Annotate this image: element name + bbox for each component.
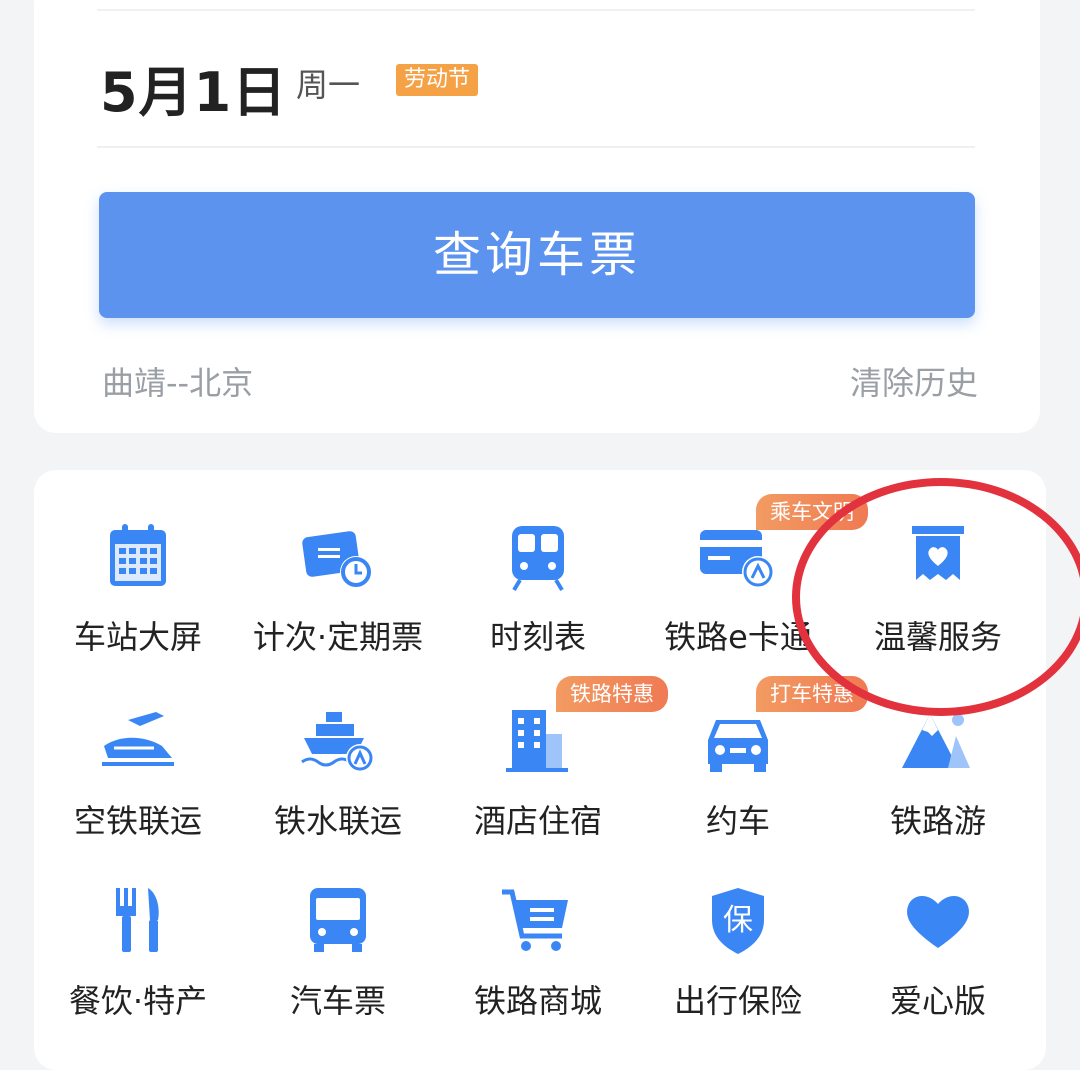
service-label: 餐饮·特产 — [68, 982, 208, 1020]
promo-badge: 打车特惠 — [756, 676, 868, 712]
service-label: 铁路游 — [889, 802, 986, 840]
car-icon — [708, 720, 768, 772]
service-hotel[interactable]: 酒店住宿 — [438, 706, 638, 876]
service-label: 约车 — [705, 802, 770, 840]
history-route[interactable]: 曲靖--北京 — [102, 358, 253, 404]
service-air-rail[interactable]: 空铁联运 — [38, 706, 238, 876]
service-warm-service[interactable]: 温馨服务 — [838, 522, 1038, 692]
bus-icon — [310, 888, 366, 952]
heart-icon — [907, 895, 969, 948]
service-label: 计次·定期票 — [252, 618, 424, 656]
service-ride-hailing[interactable]: 约车 — [638, 706, 838, 876]
divider — [97, 9, 975, 11]
service-label: 温馨服务 — [873, 618, 1002, 656]
service-label: 铁路商城 — [473, 982, 602, 1020]
service-label: 车站大屏 — [73, 618, 202, 656]
holiday-badge: 劳动节 — [396, 64, 479, 96]
hotel-icon — [506, 710, 568, 772]
service-label: 汽车票 — [289, 982, 386, 1020]
service-travel-insurance[interactable]: 保 出行保险 — [638, 886, 838, 1056]
shield-icon: 保 — [712, 888, 764, 954]
plane-train-icon — [102, 712, 174, 766]
weekday-label: 周一 — [296, 66, 361, 104]
ticket-clock-icon — [302, 531, 372, 588]
service-label: 空铁联运 — [73, 802, 202, 840]
ship-station-icon — [301, 712, 374, 772]
heart-box-icon — [912, 526, 964, 580]
clear-history-button[interactable]: 清除历史 — [850, 358, 978, 404]
service-label: 酒店住宿 — [473, 802, 602, 840]
service-timetable[interactable]: 时刻表 — [438, 522, 638, 692]
service-rail-mall[interactable]: 铁路商城 — [438, 886, 638, 1056]
promo-badge: 乘车文明 — [756, 494, 868, 530]
service-label: 铁水联运 — [273, 802, 402, 840]
service-label: 爱心版 — [889, 982, 986, 1020]
service-care-version[interactable]: 爱心版 — [838, 886, 1038, 1056]
service-label: 铁路e卡通 — [664, 618, 812, 656]
travel-date[interactable]: 5月1日 — [100, 48, 287, 127]
mountain-icon — [902, 714, 970, 768]
cart-icon — [502, 889, 568, 951]
divider — [97, 146, 975, 148]
calendar-icon — [110, 524, 166, 586]
service-dining[interactable]: 餐饮·特产 — [38, 886, 238, 1056]
service-periodic-ticket[interactable]: 计次·定期票 — [238, 522, 438, 692]
service-station-screen[interactable]: 车站大屏 — [38, 522, 238, 692]
search-tickets-button[interactable]: 查询车票 — [99, 192, 975, 318]
service-rail-tour[interactable]: 铁路游 — [838, 706, 1038, 876]
fork-knife-icon — [116, 888, 159, 952]
promo-badge: 铁路特惠 — [556, 676, 668, 712]
service-bus-ticket[interactable]: 汽车票 — [238, 886, 438, 1056]
service-rail-water[interactable]: 铁水联运 — [238, 706, 438, 876]
shield-text: 保 — [723, 903, 753, 938]
service-label: 出行保险 — [673, 982, 802, 1020]
service-label: 时刻表 — [489, 618, 586, 656]
train-icon — [512, 526, 564, 592]
service-rail-ecard[interactable]: 铁路e卡通 — [638, 522, 838, 692]
card-station-icon — [700, 530, 774, 588]
